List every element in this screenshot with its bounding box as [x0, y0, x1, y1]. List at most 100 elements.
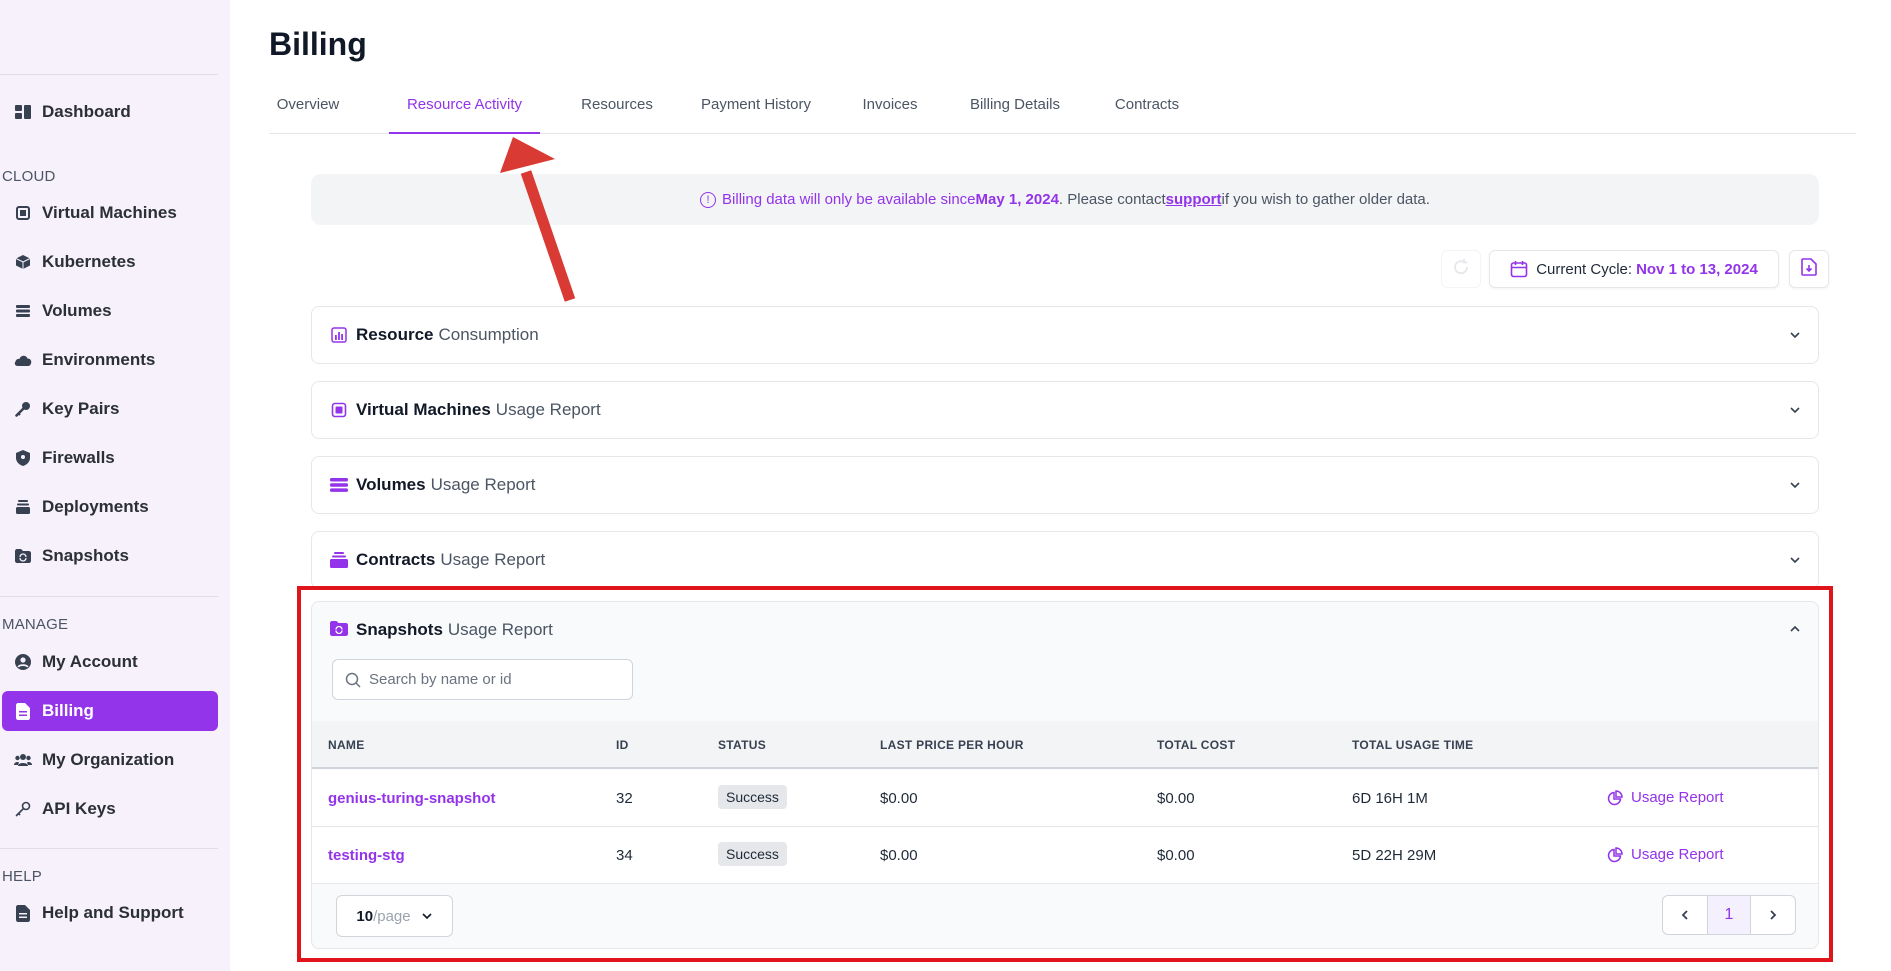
accordion-title: Snapshots [356, 620, 443, 639]
sidebar-item-label: Snapshots [42, 546, 129, 565]
chip-icon [14, 204, 32, 222]
chevron-down-icon [1788, 552, 1802, 572]
document-icon [14, 702, 32, 720]
sidebar-item-label: My Organization [42, 750, 175, 769]
sidebar-item-deployments[interactable]: Deployments [2, 487, 218, 527]
accordion-subtitle: Usage Report [440, 550, 546, 569]
info-notice: ! Billing data will only be available si… [311, 174, 1819, 225]
accordion-subtitle: Usage Report [495, 400, 601, 419]
notice-text: . Please contact [1058, 191, 1166, 208]
tab-resource-activity[interactable]: Resource Activity [389, 92, 540, 134]
table-header: NAME ID STATUS LAST PRICE PER HOUR TOTAL… [312, 721, 1818, 769]
previous-page-button[interactable] [1663, 896, 1707, 934]
snapshot-id: 34 [616, 847, 633, 864]
calendar-icon [1510, 260, 1528, 278]
chevron-left-icon [1681, 910, 1688, 920]
snapshot-name-link[interactable]: testing-stg [328, 847, 405, 864]
pagination: 1 [1662, 895, 1796, 935]
page-size-value: 10 [356, 907, 374, 925]
sidebar-item-dashboard[interactable]: Dashboard [2, 92, 218, 132]
current-cycle-button[interactable]: Current Cycle: Nov 1 to 13, 2024 [1489, 250, 1779, 288]
sidebar-section-cloud: CLOUD [2, 168, 56, 185]
total-cost: $0.00 [1157, 790, 1195, 807]
download-button[interactable] [1789, 250, 1829, 288]
column-header-total-cost[interactable]: TOTAL COST [1157, 738, 1235, 752]
tab-invoices[interactable]: Invoices [856, 92, 924, 134]
page-size-select[interactable]: 10/page [336, 895, 453, 937]
search-input[interactable] [369, 671, 609, 688]
key-outline-icon [14, 800, 32, 818]
chevron-down-icon [1788, 477, 1802, 497]
sidebar-item-key-pairs[interactable]: Key Pairs [2, 389, 218, 429]
column-header-status[interactable]: STATUS [718, 738, 766, 752]
column-header-id[interactable]: ID [616, 738, 629, 752]
folder-sync-icon [330, 621, 348, 639]
sidebar-item-virtual-machines[interactable]: Virtual Machines [2, 193, 218, 233]
sidebar-section-manage: MANAGE [2, 616, 69, 633]
sidebar-item-my-account[interactable]: My Account [2, 642, 218, 682]
notice-text: if you wish to gather older data. [1221, 191, 1430, 208]
tab-overview[interactable]: Overview [269, 92, 347, 134]
tab-resources[interactable]: Resources [577, 92, 657, 134]
status-badge: Success [718, 842, 787, 866]
stack-icon [14, 498, 32, 516]
database-icon [14, 302, 32, 320]
tab-payment-history[interactable]: Payment History [696, 92, 816, 134]
sidebar-item-kubernetes[interactable]: Kubernetes [2, 242, 218, 282]
accordion-snapshots: SnapshotsUsage Report NAME ID STATUS LAS… [311, 601, 1819, 949]
sidebar-item-label: Billing [42, 701, 94, 720]
notice-text: Billing data will only be available sinc… [722, 191, 976, 208]
next-page-button[interactable] [1751, 896, 1795, 934]
accordion-virtual-machines[interactable]: Virtual Machines Usage Report [311, 381, 1819, 439]
total-cost: $0.00 [1157, 847, 1195, 864]
accordion-resource-consumption[interactable]: Resource Consumption [311, 306, 1819, 364]
search-icon [345, 672, 361, 688]
page-number-button[interactable]: 1 [1707, 896, 1751, 934]
stack-icon [330, 551, 348, 569]
sidebar-divider [0, 848, 218, 849]
usage-report-label: Usage Report [1631, 846, 1724, 863]
snapshots-header[interactable]: Snapshots Usage Report [330, 620, 553, 640]
accordion-contracts[interactable]: Contracts Usage Report [311, 531, 1819, 589]
chevron-up-icon[interactable] [1788, 622, 1802, 641]
sidebar-item-label: API Keys [42, 799, 116, 818]
sidebar-item-my-organization[interactable]: My Organization [2, 740, 218, 780]
refresh-button[interactable] [1441, 250, 1481, 288]
support-link[interactable]: support [1166, 191, 1222, 208]
chevron-right-icon [1770, 910, 1777, 920]
sidebar-item-environments[interactable]: Environments [2, 340, 218, 380]
column-header-name[interactable]: NAME [328, 738, 365, 752]
sidebar-item-help-and-support[interactable]: Help and Support [2, 893, 218, 933]
sidebar-item-billing[interactable]: Billing [2, 691, 218, 731]
total-usage-time: 5D 22H 29M [1352, 847, 1437, 864]
tab-billing-details[interactable]: Billing Details [962, 92, 1068, 134]
sidebar-item-api-keys[interactable]: API Keys [2, 789, 218, 829]
sidebar-item-volumes[interactable]: Volumes [2, 291, 218, 331]
sidebar-item-label: Deployments [42, 497, 149, 516]
column-header-total-usage-time[interactable]: TOTAL USAGE TIME [1352, 738, 1473, 752]
page-size-unit: /page [373, 907, 411, 925]
refresh-icon [1452, 258, 1470, 280]
shield-icon [14, 449, 32, 467]
status-badge: Success [718, 785, 787, 809]
chip-icon [330, 401, 348, 419]
sidebar-item-label: Help and Support [42, 903, 184, 922]
table-row: genius-turing-snapshot 32 Success $0.00 … [312, 770, 1818, 827]
sidebar: Dashboard CLOUD Virtual Machines Kuberne… [0, 0, 230, 971]
sidebar-section-help: HELP [2, 868, 42, 885]
usage-report-link[interactable]: Usage Report [1607, 789, 1724, 806]
sidebar-item-firewalls[interactable]: Firewalls [2, 438, 218, 478]
pie-chart-icon [1607, 846, 1623, 862]
column-header-last-price[interactable]: LAST PRICE PER HOUR [880, 738, 1024, 752]
cycle-value: Nov 1 to 13, 2024 [1636, 260, 1758, 278]
usage-report-link[interactable]: Usage Report [1607, 846, 1724, 863]
accordion-title: Volumes [356, 475, 426, 494]
search-field[interactable] [332, 659, 633, 700]
folder-sync-icon [14, 547, 32, 565]
sidebar-divider [0, 74, 218, 75]
sidebar-item-snapshots[interactable]: Snapshots [2, 536, 218, 576]
table-row: testing-stg 34 Success $0.00 $0.00 5D 22… [312, 827, 1818, 884]
tab-contracts[interactable]: Contracts [1106, 92, 1188, 134]
snapshot-name-link[interactable]: genius-turing-snapshot [328, 790, 496, 807]
accordion-volumes[interactable]: Volumes Usage Report [311, 456, 1819, 514]
